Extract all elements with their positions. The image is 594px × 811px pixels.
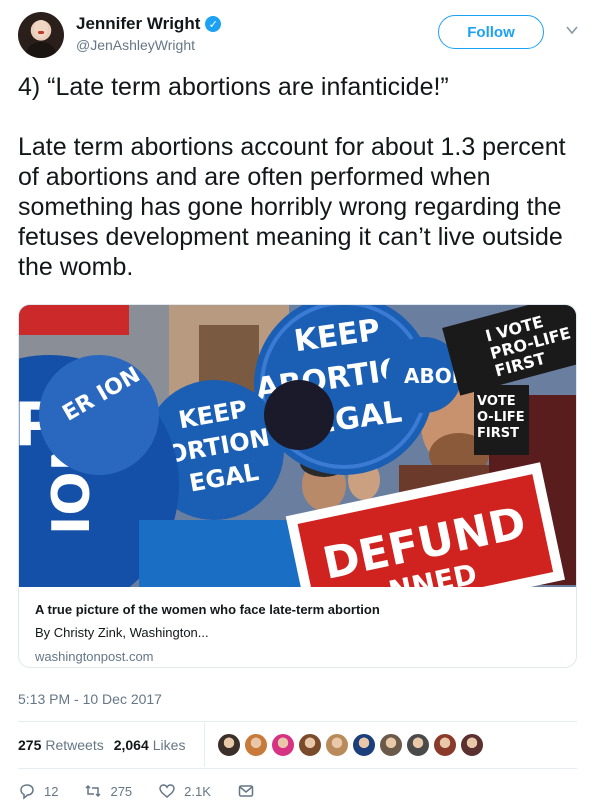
liker-avatar[interactable] bbox=[433, 733, 457, 757]
author-name[interactable]: Jennifer Wright bbox=[76, 14, 200, 34]
retweet-action[interactable]: 275 bbox=[84, 782, 132, 800]
likes-label: Likes bbox=[152, 737, 186, 753]
card-image[interactable]: KEEP ABORTION LEGAL KEEP ORTION EGAL P I… bbox=[19, 305, 576, 587]
liker-avatar[interactable] bbox=[460, 733, 484, 757]
divider-top bbox=[18, 721, 577, 722]
liker-avatars bbox=[204, 723, 484, 767]
reply-icon bbox=[20, 784, 34, 800]
liker-avatar[interactable] bbox=[298, 733, 322, 757]
likes-count: 2,064 bbox=[113, 737, 149, 753]
sign-vote-mid: VOTE bbox=[477, 394, 516, 409]
card-description: By Christy Zink, Washington... bbox=[35, 625, 209, 640]
action-bar: 12 275 2.1K bbox=[18, 778, 281, 804]
retweets-count: 275 bbox=[18, 737, 42, 753]
message-action[interactable] bbox=[237, 782, 255, 800]
chevron-down-icon[interactable] bbox=[563, 21, 581, 39]
author-handle[interactable]: @JenAshleyWright bbox=[76, 37, 195, 53]
author-name-row[interactable]: Jennifer Wright ✓ bbox=[76, 14, 222, 34]
liker-avatar[interactable] bbox=[406, 733, 430, 757]
tweet-timestamp[interactable]: 5:13 PM - 10 Dec 2017 bbox=[18, 691, 162, 707]
envelope-icon bbox=[238, 785, 254, 797]
card-domain: washingtonpost.com bbox=[35, 649, 154, 664]
heart-icon bbox=[159, 784, 175, 798]
svg-text:FIRST: FIRST bbox=[477, 426, 519, 441]
author-avatar[interactable] bbox=[18, 12, 64, 58]
retweet-count: 275 bbox=[110, 783, 133, 799]
like-count: 2.1K bbox=[184, 783, 211, 799]
link-card[interactable]: KEEP ABORTION LEGAL KEEP ORTION EGAL P I… bbox=[18, 304, 577, 668]
retweet-icon bbox=[85, 784, 101, 798]
svg-text:O-LIFE: O-LIFE bbox=[477, 410, 525, 425]
like-action[interactable]: 2.1K bbox=[158, 782, 211, 800]
card-body[interactable]: A true picture of the women who face lat… bbox=[19, 587, 576, 667]
liker-avatar[interactable] bbox=[379, 733, 403, 757]
tweet-text: 4) “Late term abortions are infanticide!… bbox=[18, 73, 566, 281]
verified-icon: ✓ bbox=[205, 16, 222, 32]
tweet-header: Jennifer Wright ✓ @JenAshleyWright Follo… bbox=[18, 10, 578, 60]
likes-stat[interactable]: 2,064 Likes bbox=[114, 737, 186, 753]
card-title[interactable]: A true picture of the women who face lat… bbox=[35, 601, 562, 618]
liker-avatar[interactable] bbox=[217, 733, 241, 757]
engagement-stats: 275 Retweets 2,064 Likes bbox=[18, 723, 577, 767]
reply-count: 12 bbox=[44, 783, 59, 799]
liker-avatar[interactable] bbox=[325, 733, 349, 757]
divider-bottom bbox=[18, 768, 577, 769]
retweets-stat[interactable]: 275 Retweets bbox=[18, 737, 104, 753]
follow-button[interactable]: Follow bbox=[438, 15, 544, 49]
retweets-label: Retweets bbox=[45, 737, 104, 753]
liker-avatar[interactable] bbox=[352, 733, 376, 757]
liker-avatar[interactable] bbox=[244, 733, 268, 757]
liker-avatar[interactable] bbox=[271, 733, 295, 757]
reply-action[interactable]: 12 bbox=[18, 782, 58, 800]
